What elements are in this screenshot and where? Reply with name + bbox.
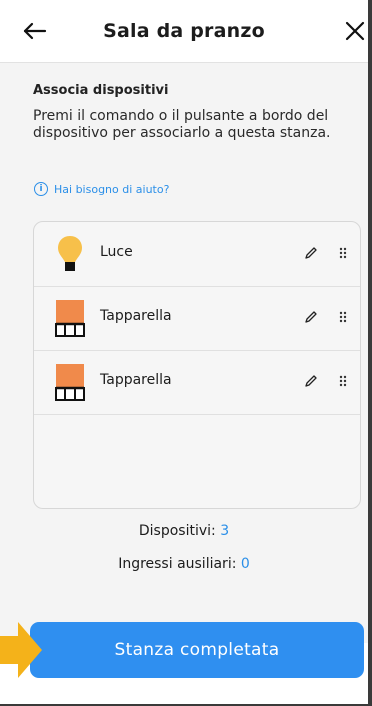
pointer-arrow-icon: [0, 622, 42, 678]
device-list: Luce Tapparella Tapparella: [33, 221, 361, 509]
list-item[interactable]: Luce: [34, 222, 360, 287]
devices-count: Dispositivi: 3: [0, 523, 368, 539]
app-frame: Sala da pranzo Associa dispositivi Premi…: [0, 0, 372, 706]
drag-handle-icon[interactable]: [338, 374, 348, 388]
room-complete-button[interactable]: Stanza completata: [30, 622, 364, 678]
devices-count-value: 3: [220, 523, 230, 539]
lightbulb-icon: [58, 236, 82, 271]
device-label: Tapparella: [100, 372, 172, 388]
drag-handle-icon[interactable]: [338, 310, 348, 324]
devices-count-label: Dispositivi:: [138, 523, 216, 539]
aux-inputs-label: Ingressi ausiliari:: [118, 556, 237, 572]
section-title: Associa dispositivi: [33, 83, 169, 98]
main-content: Associa dispositivi Premi il comando o i…: [0, 63, 368, 643]
page-title: Sala da pranzo: [103, 20, 265, 42]
top-bar: Sala da pranzo: [0, 0, 368, 63]
info-icon: i: [34, 182, 48, 196]
pencil-icon[interactable]: [304, 310, 318, 324]
list-item[interactable]: Tapparella: [34, 350, 360, 415]
help-link-label: Hai bisogno di aiuto?: [54, 182, 170, 196]
device-label: Tapparella: [100, 308, 172, 324]
arrow-left-icon[interactable]: [22, 18, 48, 44]
instructions-text: Premi il comando o il pulsante a bordo d…: [33, 108, 331, 141]
pencil-icon[interactable]: [304, 374, 318, 388]
shutter-icon: [55, 364, 85, 401]
drag-handle-icon[interactable]: [338, 246, 348, 260]
help-link[interactable]: i Hai bisogno di aiuto?: [34, 182, 169, 196]
close-icon[interactable]: [342, 18, 368, 44]
device-label: Luce: [100, 244, 133, 260]
aux-inputs-value: 0: [240, 556, 250, 572]
shutter-icon: [55, 300, 85, 337]
aux-inputs-count: Ingressi ausiliari: 0: [0, 556, 368, 572]
list-item[interactable]: Tapparella: [34, 286, 360, 351]
pencil-icon[interactable]: [304, 246, 318, 260]
